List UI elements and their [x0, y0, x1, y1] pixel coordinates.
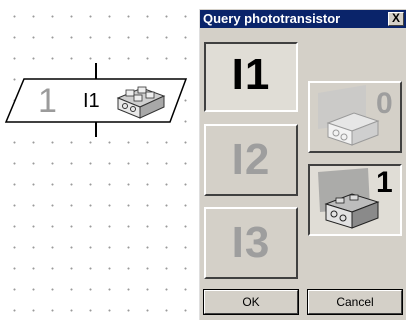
app-window: 1 I1 Query phototransistor X I1 I2 I3 0 …: [0, 0, 406, 320]
state-dark-label: 0: [376, 87, 393, 120]
block-number: 1: [38, 82, 57, 120]
input-i3-button[interactable]: I3: [204, 207, 298, 279]
input-i3-label: I3: [231, 218, 271, 267]
dialog-titlebar[interactable]: Query phototransistor X: [200, 10, 406, 28]
query-phototransistor-dialog: Query phototransistor X I1 I2 I3 0 1 OK …: [198, 9, 406, 320]
close-button[interactable]: X: [388, 12, 404, 26]
cancel-button[interactable]: Cancel: [308, 290, 402, 314]
phototransistor-block[interactable]: [0, 0, 198, 320]
state-lit-label: 1: [376, 166, 393, 199]
ok-button[interactable]: OK: [204, 290, 298, 314]
state-dark-button[interactable]: 0: [308, 81, 402, 153]
input-i2-button[interactable]: I2: [204, 124, 298, 196]
input-i1-button[interactable]: I1: [204, 42, 298, 112]
input-i2-label: I2: [231, 135, 271, 184]
input-i1-label: I1: [231, 50, 271, 99]
phototransistor-brick-icon: [116, 86, 166, 119]
dialog-title: Query phototransistor: [203, 11, 341, 26]
state-lit-button[interactable]: 1: [308, 164, 402, 236]
block-input-label: I1: [83, 90, 100, 112]
